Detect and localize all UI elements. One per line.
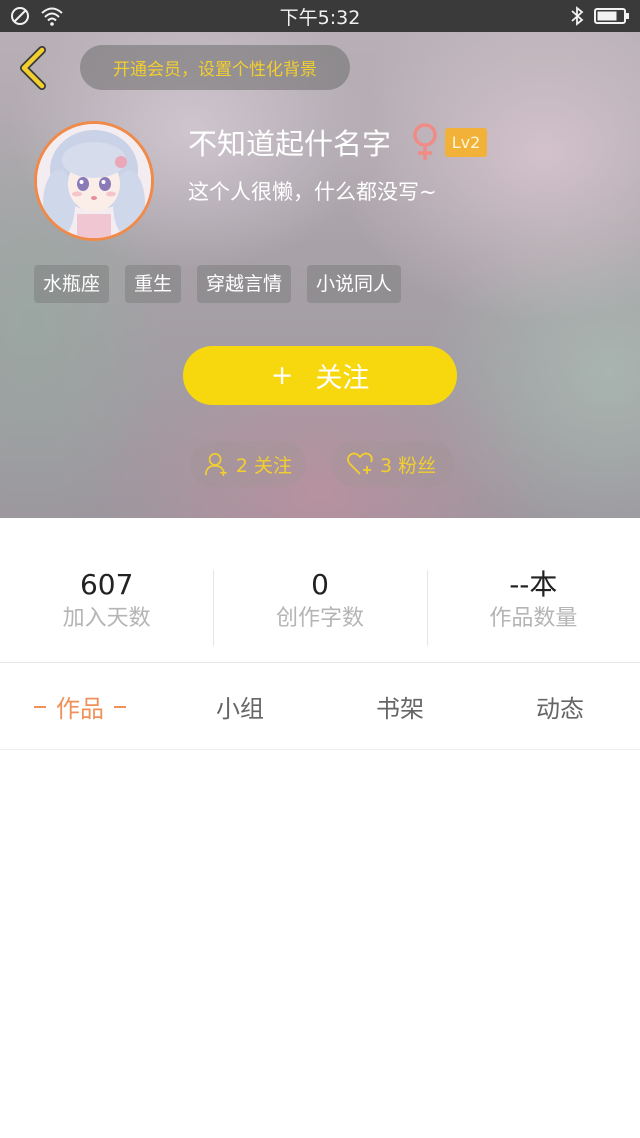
wifi-icon bbox=[41, 7, 63, 26]
follow-button-label: 关注 bbox=[315, 363, 370, 394]
tag-item[interactable]: 水瓶座 bbox=[34, 265, 110, 303]
stat-value: 0 bbox=[311, 568, 329, 601]
stat-value: 607 bbox=[79, 568, 134, 601]
tab-groups[interactable]: 小组 bbox=[160, 664, 320, 749]
avatar[interactable] bbox=[34, 121, 154, 241]
tag-item[interactable]: 穿越言情 bbox=[197, 265, 292, 303]
status-bar: 下午5:32 bbox=[0, 0, 640, 32]
tag-item[interactable]: 小说同人 bbox=[307, 265, 402, 303]
tag-item[interactable]: 重生 bbox=[125, 265, 182, 303]
female-icon bbox=[413, 123, 437, 160]
user-bio: 这个人很懒，什么都没写~ bbox=[188, 180, 437, 204]
back-button[interactable] bbox=[14, 46, 54, 90]
stats-row: 607 加入天数 0 创作字数 --本 作品数量 bbox=[0, 518, 640, 663]
heart-plus-icon bbox=[347, 452, 373, 475]
tag-list: 水瓶座 重生 穿越言情 小说同人 bbox=[34, 265, 402, 303]
status-left bbox=[10, 6, 64, 26]
avatar-illustration bbox=[37, 124, 151, 238]
stat-label: 加入天数 bbox=[62, 606, 151, 631]
tab-bookshelf[interactable]: 书架 bbox=[320, 664, 480, 749]
stat-word-count: 0 创作字数 bbox=[213, 518, 426, 662]
follow-button[interactable]: + 关注 bbox=[183, 346, 457, 405]
tab-label: 书架 bbox=[376, 695, 424, 723]
bluetooth-icon bbox=[571, 6, 584, 26]
following-count[interactable]: 2 关注 bbox=[190, 441, 306, 487]
fans-count[interactable]: 3 粉丝 bbox=[332, 441, 454, 487]
profile-tabs: 作品 小组 书架 动态 bbox=[0, 664, 640, 750]
chevron-left-icon bbox=[20, 46, 46, 90]
stat-label: 创作字数 bbox=[275, 606, 364, 631]
plus-icon: + bbox=[270, 360, 294, 391]
username: 不知道起什名字 bbox=[188, 127, 392, 161]
level-badge: Lv2 bbox=[445, 128, 487, 157]
tab-label: 动态 bbox=[536, 695, 584, 723]
tab-works[interactable]: 作品 bbox=[0, 664, 160, 749]
vip-background-prompt[interactable]: 开通会员，设置个性化背景 bbox=[80, 45, 350, 90]
no-sim-icon bbox=[11, 7, 29, 25]
following-count-label: 2 关注 bbox=[235, 454, 292, 477]
add-user-icon bbox=[205, 453, 227, 477]
battery-icon bbox=[594, 8, 629, 24]
stat-label: 作品数量 bbox=[489, 606, 578, 631]
tab-label: 小组 bbox=[216, 695, 264, 723]
status-time: 下午5:32 bbox=[279, 6, 361, 29]
stat-value: --本 bbox=[509, 568, 558, 601]
tab-content-area bbox=[0, 751, 640, 1138]
tab-active-dash-right bbox=[114, 705, 126, 708]
tab-activity[interactable]: 动态 bbox=[480, 664, 640, 749]
tab-label: 作品 bbox=[56, 695, 104, 723]
fans-count-label: 3 粉丝 bbox=[380, 454, 437, 477]
profile-header: 开通会员，设置个性化背景 不知道起什名字 Lv2 这个人很懒，什么都没写~ 水瓶… bbox=[0, 32, 640, 518]
status-right bbox=[570, 6, 630, 26]
stat-join-days: 607 加入天数 bbox=[0, 518, 213, 662]
tab-active-dash-left bbox=[34, 705, 46, 708]
stat-works-count: --本 作品数量 bbox=[426, 518, 640, 662]
